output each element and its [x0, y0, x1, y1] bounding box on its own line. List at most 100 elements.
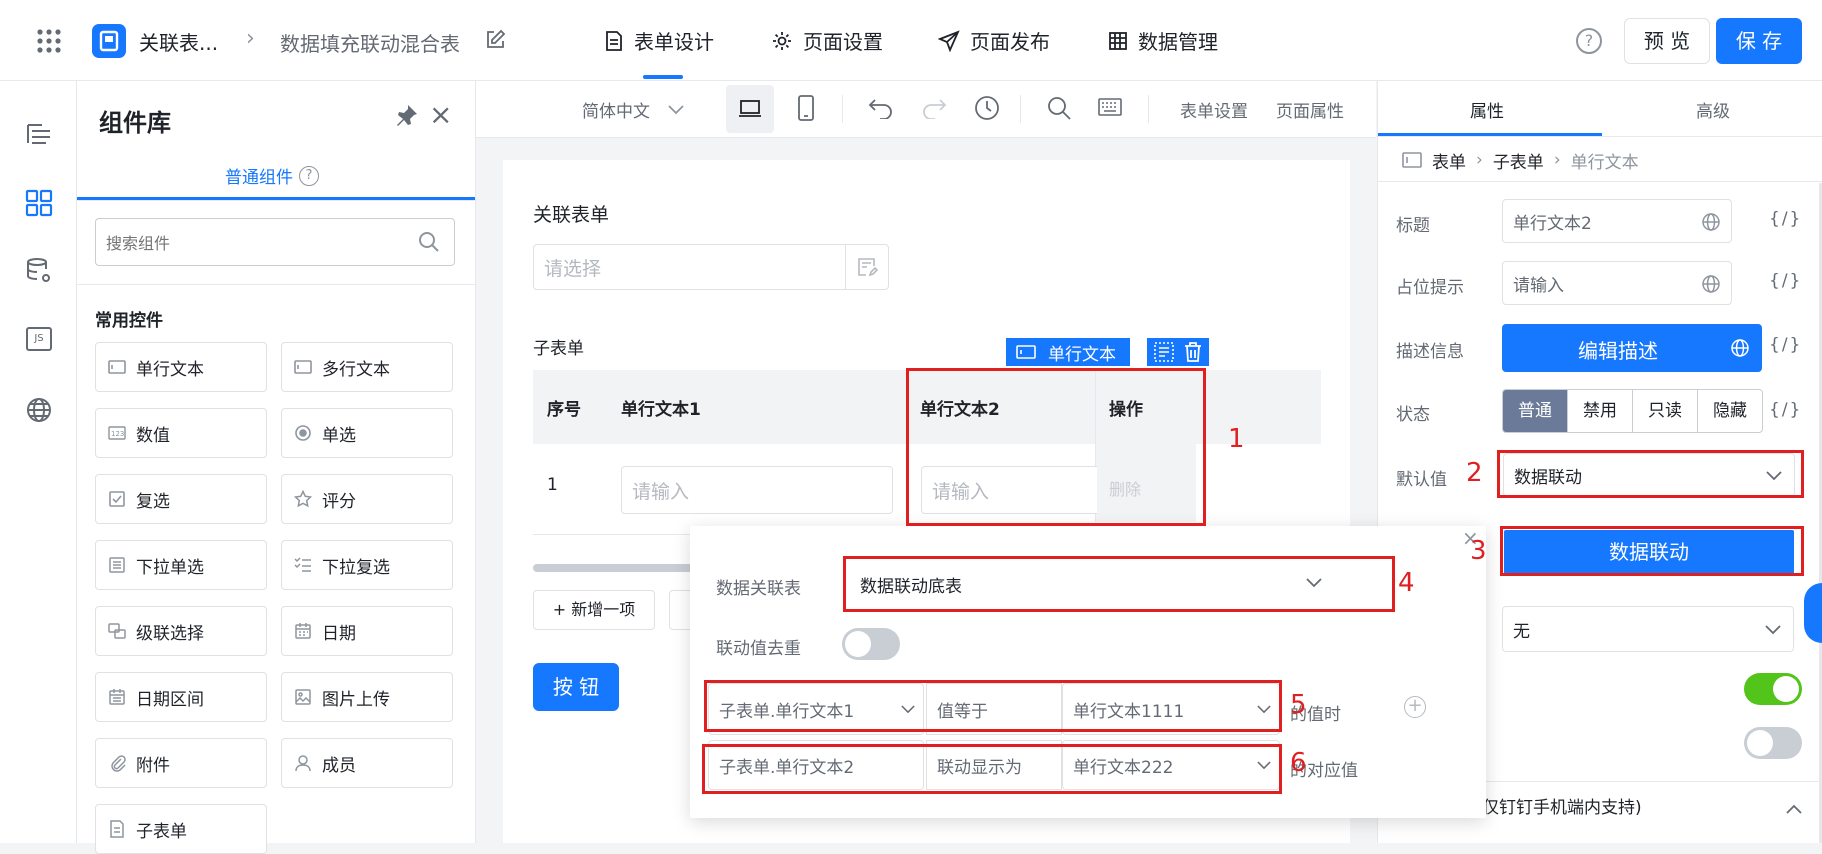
- placeholder-label: 占位提示: [1396, 278, 1464, 298]
- toggle-off[interactable]: [1744, 727, 1802, 759]
- linked-table-label: 数据关联表: [716, 579, 801, 599]
- redo-icon[interactable]: [921, 97, 947, 123]
- horizontal-scrollbar[interactable]: [533, 564, 693, 572]
- tab-divider: [1378, 136, 1822, 137]
- copy-icon[interactable]: [1153, 341, 1175, 363]
- toolbar-divider: [1148, 95, 1149, 123]
- toggle-on[interactable]: [1744, 673, 1802, 705]
- component-rating[interactable]: 评分: [281, 474, 453, 524]
- calendar-icon: [295, 623, 311, 639]
- component-attachment[interactable]: 附件: [95, 738, 267, 788]
- js-icon[interactable]: JS: [26, 327, 52, 351]
- checkbox-icon: [109, 491, 125, 507]
- component-dropdown-multi[interactable]: 下拉复选: [281, 540, 453, 590]
- search-icon[interactable]: [418, 231, 440, 253]
- tab-advanced[interactable]: 高级: [1696, 97, 1730, 122]
- data-source-icon[interactable]: [25, 257, 53, 289]
- component-multi-line-text[interactable]: 多行文本: [281, 342, 453, 392]
- row-index: 1: [547, 475, 558, 495]
- text-input-icon: [1016, 345, 1036, 359]
- component-checkbox[interactable]: 复选: [95, 474, 267, 524]
- chevron-up-icon[interactable]: [1786, 799, 1802, 818]
- description-label: 描述信息: [1396, 342, 1464, 362]
- annotation-number-4: 4: [1398, 568, 1415, 598]
- component-search: [95, 218, 455, 266]
- floating-assistant-button[interactable]: [1804, 583, 1822, 643]
- page-properties-link[interactable]: 页面属性: [1276, 97, 1344, 122]
- history-icon[interactable]: [974, 95, 1000, 125]
- selected-field-tag[interactable]: 单行文本: [1006, 338, 1130, 366]
- component-dropdown-single[interactable]: 下拉单选: [95, 540, 267, 590]
- app-logo-icon: [92, 24, 126, 58]
- variable-binding-icon[interactable]: {/}: [1769, 335, 1802, 355]
- chevron-right-icon: ›: [1476, 150, 1483, 170]
- panel-title: 组件库: [99, 109, 171, 137]
- component-date[interactable]: 日期: [281, 606, 453, 656]
- title-input[interactable]: 单行文本2: [1502, 199, 1732, 243]
- outline-icon[interactable]: [26, 121, 52, 151]
- tab-form-design[interactable]: 表单设计: [604, 26, 714, 55]
- desktop-view-button[interactable]: [726, 85, 774, 133]
- globe-icon[interactable]: [1701, 274, 1721, 294]
- state-hidden[interactable]: 隐藏: [1697, 390, 1762, 432]
- form-settings-link[interactable]: 表单设置: [1180, 97, 1248, 122]
- pin-icon[interactable]: [393, 103, 419, 133]
- table-icon: [1109, 31, 1127, 50]
- component-number[interactable]: 123 数值: [95, 408, 267, 458]
- form-name[interactable]: 数据填充联动混合表: [280, 28, 460, 57]
- apps-grid-icon[interactable]: [36, 28, 62, 54]
- edit-description-button[interactable]: 编辑描述: [1502, 324, 1762, 372]
- close-icon[interactable]: ×: [429, 101, 452, 129]
- row-input-text1[interactable]: 请输入: [621, 466, 893, 514]
- help-icon[interactable]: ?: [299, 165, 319, 186]
- globe-icon[interactable]: [1701, 212, 1721, 232]
- tab-properties[interactable]: 属性: [1470, 97, 1504, 122]
- state-normal[interactable]: 普通: [1503, 390, 1567, 432]
- button-component[interactable]: 按 钮: [533, 663, 619, 711]
- globe-icon[interactable]: [1730, 338, 1750, 358]
- variable-binding-icon[interactable]: {/}: [1769, 271, 1802, 291]
- trash-icon[interactable]: [1183, 341, 1203, 363]
- component-image-upload[interactable]: 图片上传: [281, 672, 453, 722]
- preview-button[interactable]: 预 览: [1624, 18, 1710, 64]
- chevron-down-icon: [668, 104, 684, 114]
- app-name[interactable]: 关联表...: [139, 27, 218, 56]
- state-readonly[interactable]: 只读: [1632, 390, 1697, 432]
- component-cascade[interactable]: 级联选择: [95, 606, 267, 656]
- variable-binding-icon[interactable]: {/}: [1769, 400, 1802, 420]
- column-header: 单行文本1: [621, 400, 701, 420]
- dedup-toggle[interactable]: [842, 628, 900, 660]
- add-item-button[interactable]: + 新增一项: [533, 590, 655, 630]
- tab-common-components[interactable]: 普通组件 ?: [225, 163, 319, 188]
- breadcrumb-divider: [1378, 181, 1822, 182]
- mobile-view-icon[interactable]: [798, 95, 814, 125]
- add-condition-icon[interactable]: +: [1404, 696, 1426, 718]
- tab-page-publish[interactable]: 页面发布: [938, 26, 1050, 55]
- component-date-range[interactable]: 日期区间: [95, 672, 267, 722]
- tab-data-management[interactable]: 数据管理: [1108, 26, 1218, 55]
- undo-icon[interactable]: [868, 97, 894, 123]
- save-button[interactable]: 保 存: [1716, 18, 1802, 64]
- tab-page-settings[interactable]: 页面设置: [771, 26, 883, 55]
- components-icon[interactable]: [25, 189, 53, 221]
- help-icon[interactable]: ?: [1576, 28, 1602, 54]
- component-single-line-text[interactable]: 单行文本: [95, 342, 267, 392]
- component-member[interactable]: 成员: [281, 738, 453, 788]
- state-disabled[interactable]: 禁用: [1567, 390, 1632, 432]
- globe-icon[interactable]: [25, 396, 53, 428]
- component-radio[interactable]: 单选: [281, 408, 453, 458]
- keyboard-icon[interactable]: [1098, 98, 1122, 120]
- component-subform[interactable]: 子表单: [95, 804, 267, 854]
- search-icon[interactable]: [1046, 95, 1072, 125]
- annotation-box-5: [704, 680, 1282, 732]
- language-select[interactable]: 简体中文: [582, 97, 684, 122]
- variable-binding-icon[interactable]: {/}: [1769, 209, 1802, 229]
- radio-icon: [295, 425, 311, 441]
- form-icon: [1402, 152, 1422, 168]
- edit-icon[interactable]: [484, 29, 506, 55]
- linkage-mode-select[interactable]: 无: [1502, 606, 1794, 652]
- assoc-form-select[interactable]: 请选择: [533, 244, 889, 290]
- number-icon: 123: [108, 426, 126, 440]
- placeholder-input[interactable]: 请输入: [1502, 261, 1732, 305]
- search-input[interactable]: [104, 227, 408, 259]
